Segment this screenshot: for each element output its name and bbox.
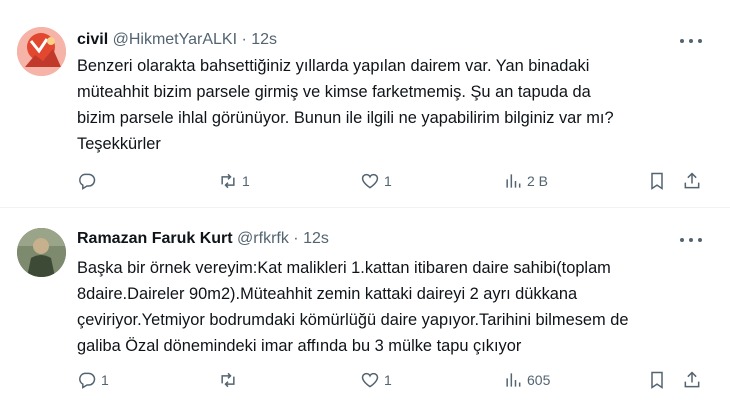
retweet-icon (221, 173, 235, 189)
avatar[interactable] (17, 228, 66, 277)
reply-icon (79, 372, 96, 389)
separator: · (241, 31, 247, 48)
share-icon (684, 371, 700, 388)
retweet-button[interactable] (218, 369, 242, 391)
tweet-header: Ramazan Faruk Kurt @rfkrfk · 12s (77, 229, 329, 249)
bookmark-button[interactable] (647, 170, 667, 192)
bookmark-button[interactable] (647, 369, 667, 391)
like-button[interactable]: 1 (360, 170, 392, 192)
reply-button[interactable]: 1 (77, 369, 109, 391)
bookmark-icon (651, 371, 663, 389)
retweet-count: 1 (242, 173, 250, 189)
tweet-header: civil @HikmetYarALKI · 12s (77, 30, 277, 50)
like-button[interactable]: 1 (360, 369, 392, 391)
more-icon[interactable] (680, 31, 702, 51)
tweet[interactable]: Ramazan Faruk Kurt @rfkrfk · 12s Başka b… (0, 208, 730, 420)
reply-button[interactable] (77, 170, 101, 192)
view-count: 2 B (527, 173, 549, 189)
tweet-text-line: 8daire.Daireler 90m2).Müteahhit zemin ka… (77, 285, 578, 303)
avatar-image (17, 228, 66, 277)
tweet-text-line: galiba Özal dönemindeki imar affında bu … (77, 337, 522, 355)
avatar[interactable] (17, 27, 66, 76)
user-handle[interactable]: @HikmetYarALKI (113, 31, 237, 48)
avatar-image (17, 27, 66, 76)
user-handle[interactable]: @rfkrfk (237, 230, 289, 247)
tweet-text-line: Teşekkürler (77, 135, 161, 153)
reply-count: 1 (101, 372, 109, 388)
timestamp[interactable]: 12s (303, 230, 329, 247)
display-name[interactable]: Ramazan Faruk Kurt (77, 230, 233, 247)
more-icon[interactable] (680, 230, 702, 250)
views-icon (506, 174, 521, 188)
action-bar: 1 1 2 B (77, 170, 717, 192)
tweet-text: Benzeri olarakta bahsettiğiniz yıllarda … (77, 53, 717, 157)
heart-icon (361, 372, 379, 388)
heart-icon (361, 173, 379, 189)
tweet-text-line: Başka bir örnek vereyim:Kat malikleri 1.… (77, 259, 611, 277)
tweet-text: Başka bir örnek vereyim:Kat malikleri 1.… (77, 255, 717, 359)
reply-icon (79, 173, 96, 190)
like-count: 1 (384, 372, 392, 388)
views-icon (506, 373, 521, 387)
timestamp[interactable]: 12s (251, 31, 277, 48)
share-button[interactable] (682, 369, 702, 391)
views-button[interactable]: 2 B (503, 170, 548, 192)
separator: · (293, 230, 299, 247)
tweet-text-line: bizim parsele ihlal görünüyor. Bunun ile… (77, 109, 614, 127)
share-button[interactable] (682, 170, 702, 192)
action-bar: 1 1 605 (77, 369, 717, 391)
tweet[interactable]: civil @HikmetYarALKI · 12s Benzeri olara… (0, 0, 730, 208)
tweet-text-line: Benzeri olarakta bahsettiğiniz yıllarda … (77, 57, 590, 75)
bookmark-icon (651, 172, 663, 190)
retweet-button[interactable]: 1 (218, 170, 250, 192)
like-count: 1 (384, 173, 392, 189)
views-button[interactable]: 605 (503, 369, 550, 391)
display-name[interactable]: civil (77, 31, 108, 48)
retweet-icon (221, 372, 235, 388)
view-count: 605 (527, 372, 551, 388)
share-icon (684, 172, 700, 189)
tweet-text-line: müteahhit bizim parsele girmiş ve kimse … (77, 83, 591, 101)
tweet-text-line: çeviriyor.Yetmiyor bodrumdaki kömürlüğü … (77, 311, 629, 329)
